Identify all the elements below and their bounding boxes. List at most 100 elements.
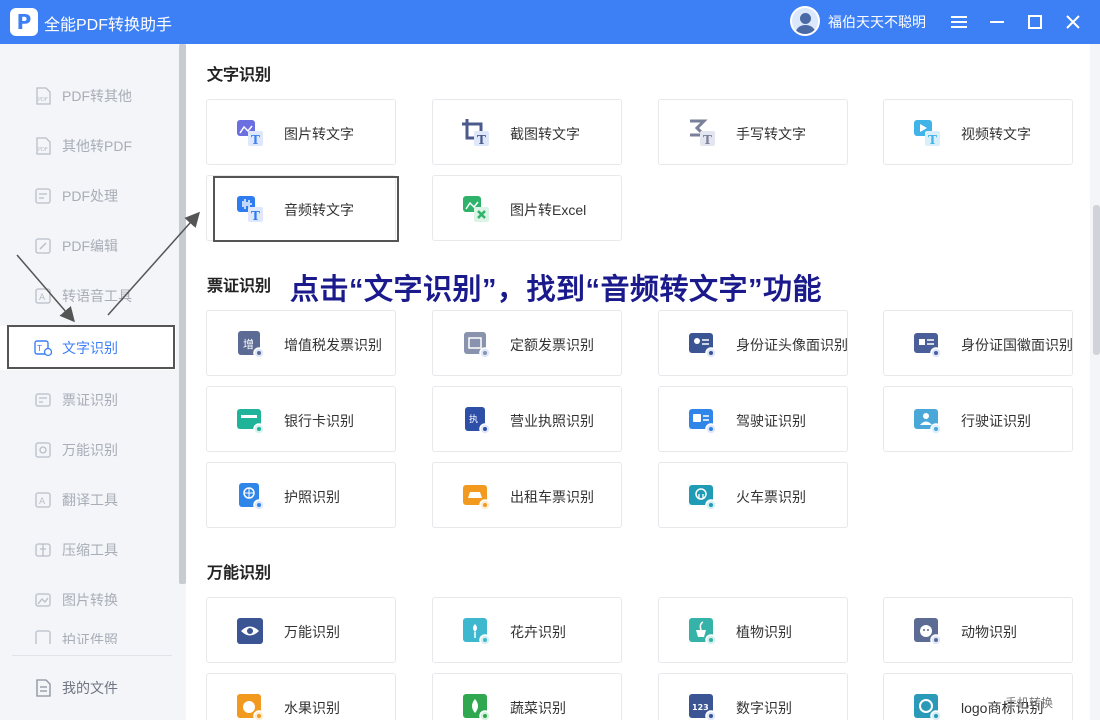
logo-trademark-icon (914, 694, 942, 720)
svg-text:T: T (477, 133, 486, 147)
card-label: 图片转文字 (284, 126, 354, 142)
fixed-invoice-icon (464, 332, 491, 359)
sidebar-item-label: 图片转换 (62, 592, 118, 608)
card-label: 视频转文字 (961, 126, 1031, 142)
card-label: 数字识别 (736, 700, 792, 716)
sidebar-item-label: 我的文件 (62, 680, 118, 696)
card-label: 截图转文字 (510, 126, 580, 142)
sidebar-item-pdf-edit[interactable]: PDF编辑 (0, 224, 176, 268)
sidebar-item-ticket-ocr[interactable]: 票证识别 (0, 378, 176, 422)
sidebar-item-label: 票证识别 (62, 392, 118, 408)
card-video-to-text[interactable]: T 视频转文字 (883, 99, 1073, 165)
folder-file-icon (36, 679, 51, 697)
menu-icon[interactable] (945, 8, 973, 36)
image-convert-icon (35, 593, 51, 607)
close-icon[interactable] (1059, 8, 1087, 36)
section-title-universal-ocr: 万能识别 (207, 565, 272, 582)
sidebar-item-id-photo[interactable]: 拍证件照 (0, 620, 176, 644)
card-business-license[interactable]: 执 营业执照识别 (432, 386, 622, 452)
card-label: 动物识别 (961, 624, 1017, 640)
screenshot-crop-icon: T (462, 119, 489, 147)
card-taxi-receipt[interactable]: 出租车票识别 (432, 462, 622, 528)
card-vehicle-license[interactable]: 行驶证识别 (883, 386, 1073, 452)
card-handwriting-to-text[interactable]: T 手写转文字 (658, 99, 848, 165)
id-card-front-icon (689, 333, 717, 359)
sidebar-item-translate[interactable]: A 翻译工具 (0, 478, 176, 522)
card-label: 行驶证识别 (961, 413, 1031, 429)
card-label: 银行卡识别 (284, 413, 354, 429)
card-vat-invoice[interactable]: 增 增值税发票识别 (206, 310, 396, 376)
card-id-back[interactable]: 身份证国徽面识别 (883, 310, 1073, 376)
animal-icon (914, 618, 942, 646)
sidebar-scrollbar[interactable] (179, 44, 186, 584)
business-license-icon: 执 (465, 407, 491, 435)
sidebar-item-label: PDF处理 (62, 188, 118, 204)
pdf-process-icon (35, 188, 51, 204)
sidebar-item-image-convert[interactable]: 图片转换 (0, 578, 176, 622)
sidebar-divider (12, 655, 172, 656)
sidebar-item-label: 转语音工具 (62, 288, 132, 304)
card-label: 出租车票识别 (510, 489, 594, 505)
train-icon (689, 485, 717, 511)
title-bar: P 全能PDF转换助手 福伯天天不聪明 (0, 0, 1100, 44)
highlight-box-audio-card (213, 176, 399, 242)
card-label: 水果识别 (284, 700, 340, 716)
card-label: 身份证头像面识别 (736, 337, 848, 353)
card-animal[interactable]: 动物识别 (883, 597, 1073, 663)
card-vegetable[interactable]: 蔬菜识别 (432, 673, 622, 720)
bank-card-icon (237, 409, 265, 435)
ticket-icon (35, 393, 51, 407)
sidebar-item-label: 拍证件照 (62, 632, 118, 644)
svg-text:A: A (39, 293, 46, 303)
handwriting-icon: T (690, 119, 715, 147)
maximize-icon[interactable] (1021, 8, 1049, 36)
card-fixed-invoice[interactable]: 定额发票识别 (432, 310, 622, 376)
card-label: 营业执照识别 (510, 413, 594, 429)
section-title-ticket-ocr: 票证识别 (207, 278, 272, 295)
card-label: 花卉识别 (510, 624, 566, 640)
sidebar-item-other-to-pdf[interactable]: PDF 其他转PDF (0, 124, 176, 168)
fruit-icon (237, 694, 265, 720)
user-name[interactable]: 福伯天天不聪明 (828, 12, 926, 32)
main-scrollbar[interactable] (1093, 205, 1100, 355)
card-universal[interactable]: 万能识别 (206, 597, 396, 663)
sidebar-item-my-files[interactable]: 我的文件 (0, 666, 176, 710)
card-bank-card[interactable]: 银行卡识别 (206, 386, 396, 452)
sidebar-item-pdf-to-other[interactable]: PDF PDF转其他 (0, 74, 176, 118)
sidebar-item-label: 压缩工具 (62, 542, 118, 558)
vat-invoice-icon: 增 (238, 331, 265, 359)
sidebar-item-compress[interactable]: 压缩工具 (0, 528, 176, 572)
section-title-text-ocr: 文字识别 (207, 67, 272, 84)
card-driver-license[interactable]: 驾驶证识别 (658, 386, 848, 452)
watermark: 手机转换 (1005, 696, 1054, 710)
card-image-to-excel[interactable]: 图片转Excel (432, 175, 622, 241)
card-label: 万能识别 (284, 624, 340, 640)
compress-icon (35, 543, 51, 557)
card-plant[interactable]: 植物识别 (658, 597, 848, 663)
eye-scan-icon (237, 618, 263, 644)
card-label: 身份证国徽面识别 (961, 337, 1073, 353)
image-excel-icon (463, 196, 489, 222)
sidebar-item-voice-tool[interactable]: A 转语音工具 (0, 274, 176, 318)
pdf-file-icon: PDF (36, 137, 51, 155)
card-image-to-text[interactable]: T 图片转文字 (206, 99, 396, 165)
minimize-icon[interactable] (983, 8, 1011, 36)
svg-text:T: T (703, 133, 712, 147)
card-train-ticket[interactable]: 火车票识别 (658, 462, 848, 528)
avatar[interactable] (790, 6, 820, 36)
card-number[interactable]: 123 数字识别 (658, 673, 848, 720)
voice-icon: A (35, 288, 51, 304)
sidebar-item-label: PDF转其他 (62, 88, 132, 104)
sidebar-item-universal-ocr[interactable]: 万能识别 (0, 428, 176, 472)
card-passport[interactable]: 护照识别 (206, 462, 396, 528)
card-label: 护照识别 (284, 489, 340, 505)
card-screenshot-to-text[interactable]: T 截图转文字 (432, 99, 622, 165)
card-label: 火车票识别 (736, 489, 806, 505)
card-flower[interactable]: 花卉识别 (432, 597, 622, 663)
svg-text:T: T (251, 133, 260, 147)
svg-text:执: 执 (469, 413, 478, 425)
card-id-front[interactable]: 身份证头像面识别 (658, 310, 848, 376)
pdf-edit-icon (35, 238, 51, 254)
card-fruit[interactable]: 水果识别 (206, 673, 396, 720)
sidebar-item-pdf-process[interactable]: PDF处理 (0, 174, 176, 218)
